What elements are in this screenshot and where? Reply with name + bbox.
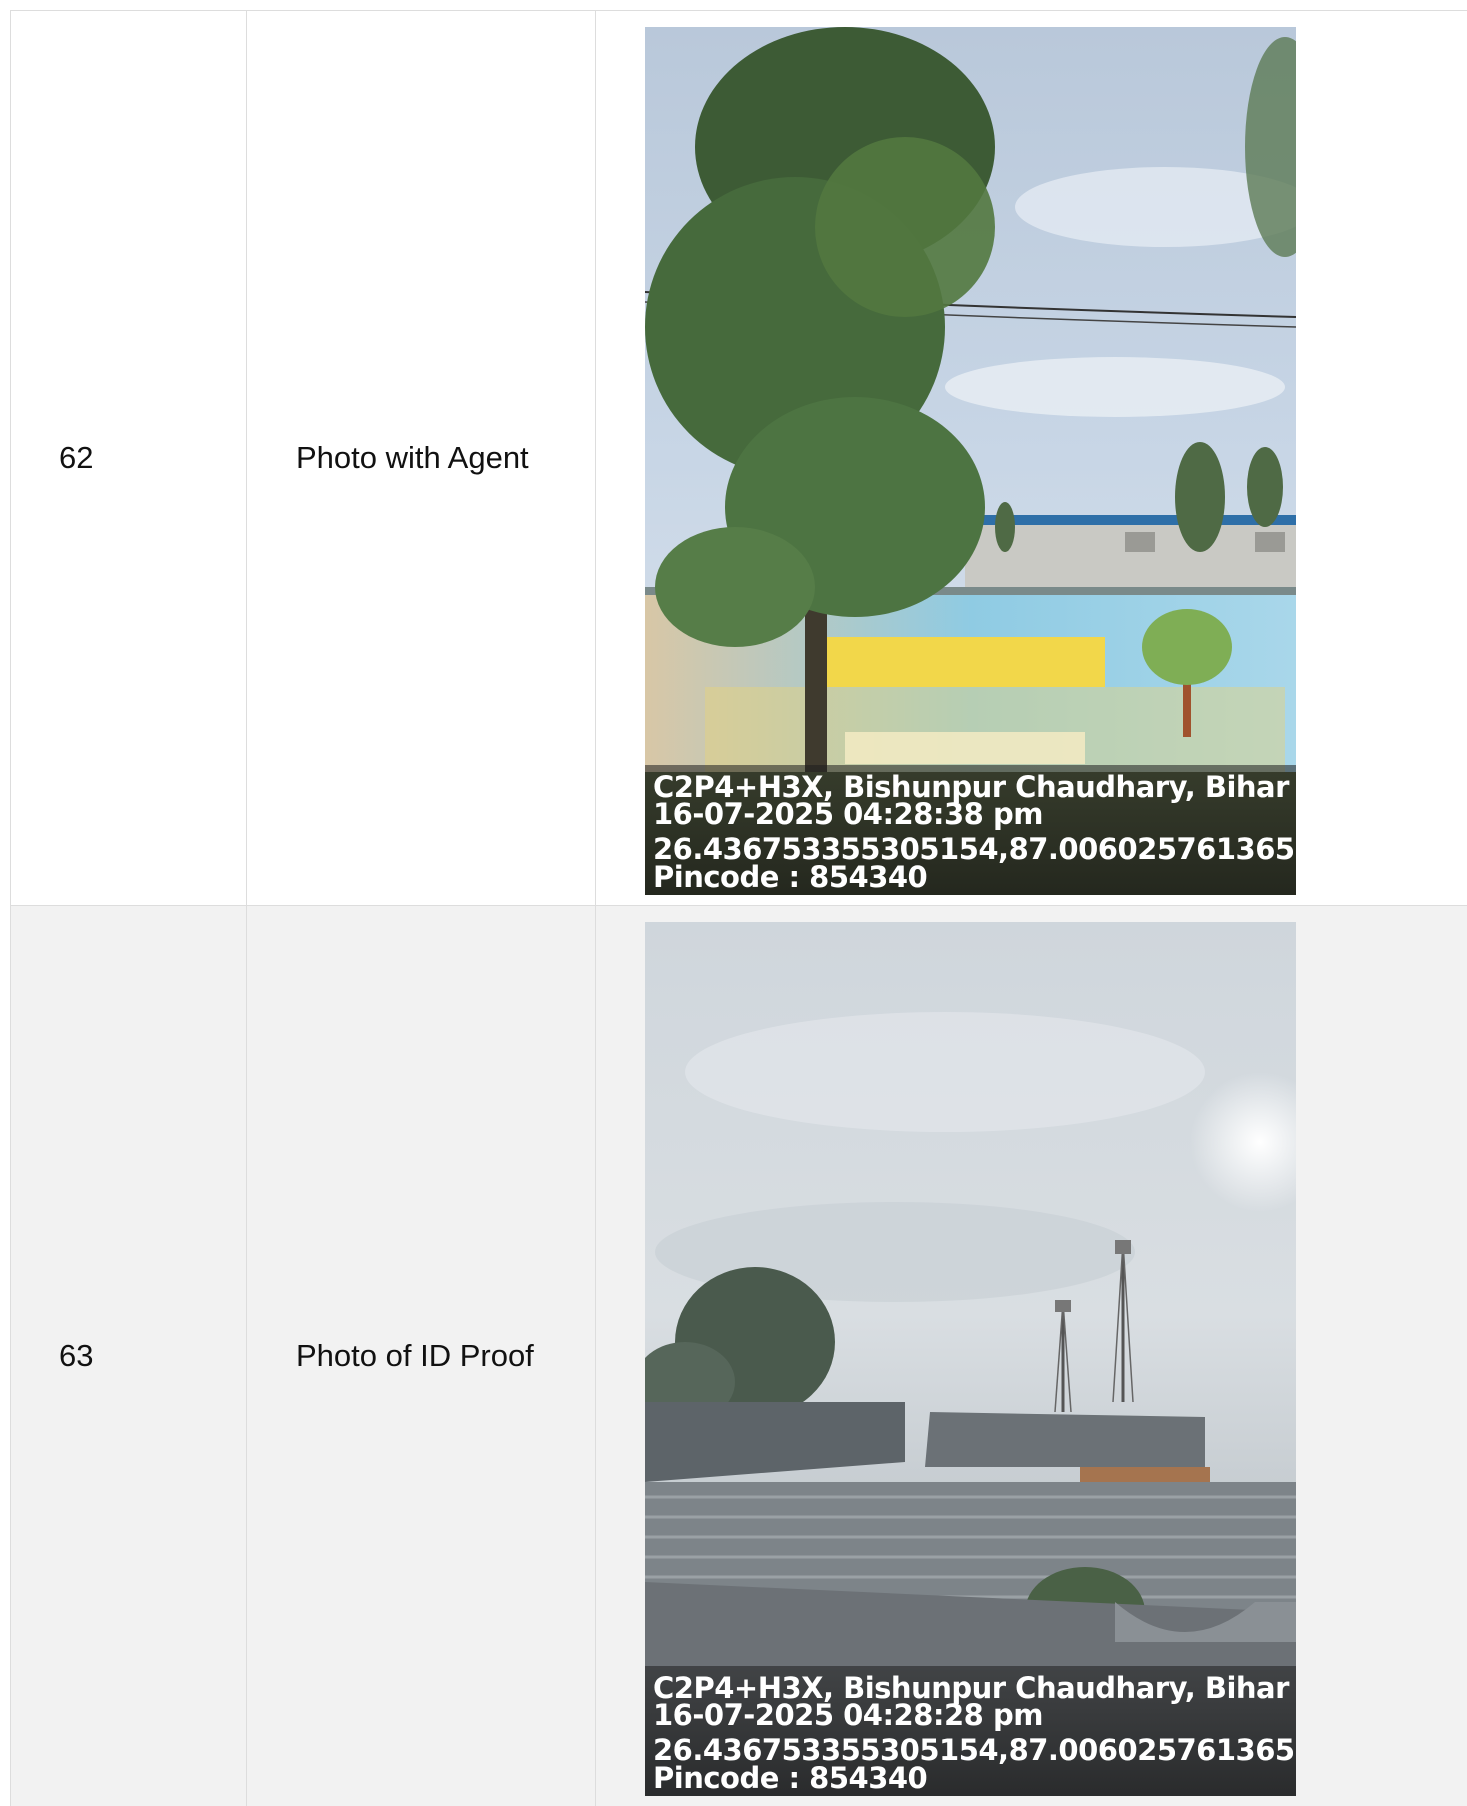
photo-cell: C2P4+H3X, Bishunpur Chaudhary, Bihar 854…	[596, 906, 1467, 1806]
agent-photo[interactable]: C2P4+H3X, Bishunpur Chaudhary, Bihar 854…	[645, 27, 1296, 895]
table-row: 63 Photo of ID Proof C2P4+H3X, Bishunpur…	[11, 906, 1467, 1806]
row-label-cell: Photo with Agent	[247, 11, 596, 905]
row-label: Photo of ID Proof	[296, 1338, 534, 1373]
row-number: 62	[59, 440, 94, 475]
geotag-pincode: Pincode : 854340	[653, 1761, 928, 1795]
row-label-cell: Photo of ID Proof	[247, 906, 596, 1806]
geotag-datetime: 16-07-2025 04:28:28 pm	[653, 1698, 1043, 1732]
id-proof-photo[interactable]: C2P4+H3X, Bishunpur Chaudhary, Bihar 854…	[645, 922, 1296, 1796]
table-row: 62 Photo with Agent C2P4+H3X, Bishunpur …	[11, 11, 1467, 906]
geotag-pincode: Pincode : 854340	[653, 860, 928, 894]
row-number-cell: 63	[11, 906, 247, 1806]
photo-cell: C2P4+H3X, Bishunpur Chaudhary, Bihar 854…	[596, 11, 1467, 905]
geotag-datetime: 16-07-2025 04:28:38 pm	[653, 797, 1043, 831]
sky-tower-photo-icon	[645, 922, 1296, 1796]
row-number: 63	[59, 1338, 94, 1373]
row-label: Photo with Agent	[296, 440, 529, 475]
geotag-overlay: C2P4+H3X, Bishunpur Chaudhary, Bihar 854…	[645, 1666, 1296, 1796]
records-table: 62 Photo with Agent C2P4+H3X, Bishunpur …	[10, 10, 1467, 1806]
row-number-cell: 62	[11, 11, 247, 905]
geotag-overlay: C2P4+H3X, Bishunpur Chaudhary, Bihar 854…	[645, 765, 1296, 895]
